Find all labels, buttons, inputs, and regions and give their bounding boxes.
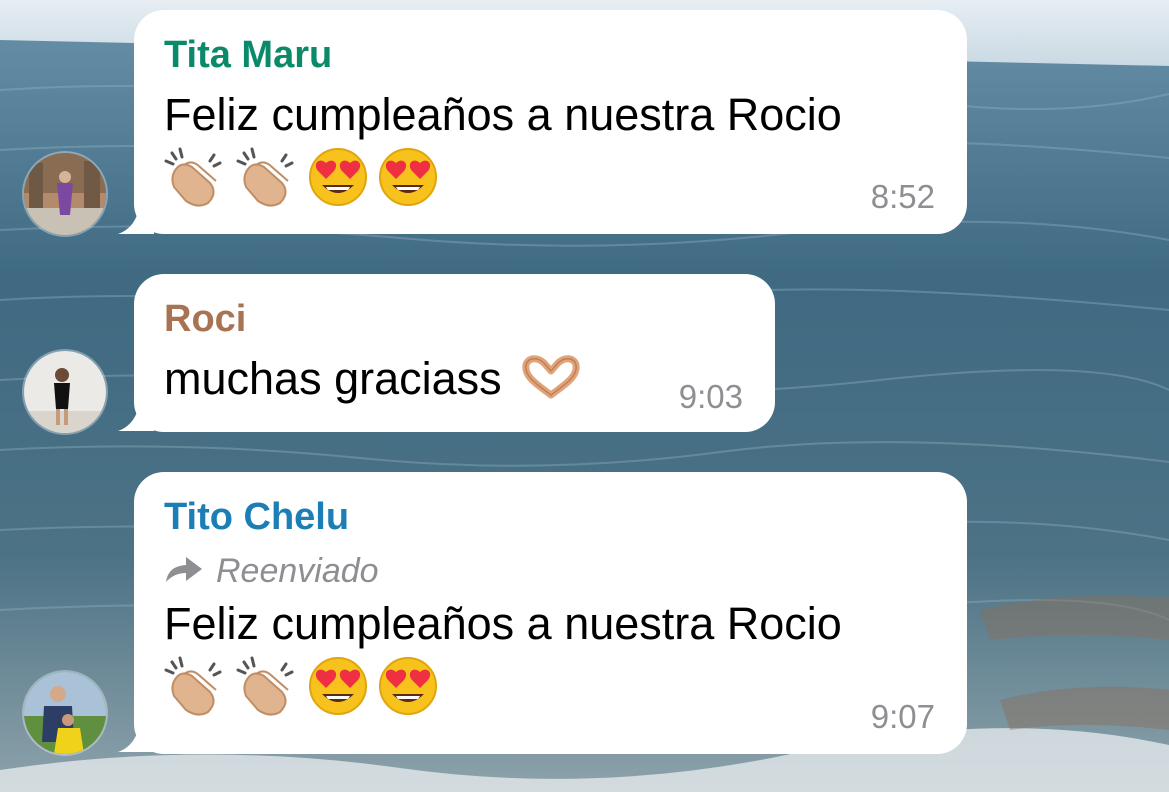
- sender-name: Tita Maru: [164, 34, 333, 76]
- clapping-hands-emoji: [236, 147, 298, 212]
- forward-arrow-icon: [164, 554, 204, 589]
- forwarded-indicator: Reenviado: [164, 552, 937, 591]
- message-bubble[interactable]: Roci muchas graciass 9:03: [134, 274, 775, 432]
- message-time: 8:52: [870, 178, 935, 215]
- forwarded-label: Reenviado: [216, 552, 379, 590]
- emoji-row: [164, 147, 937, 212]
- sender-name: Tito Chelu: [164, 496, 350, 538]
- avatar[interactable]: [24, 351, 106, 433]
- heart-eyes-emoji: [308, 656, 368, 721]
- message-time: 9:03: [678, 378, 743, 415]
- clapping-hands-emoji: [164, 147, 226, 212]
- emoji-row: [164, 656, 937, 721]
- message-text: Feliz cumpleaños a nuestra Rocio: [164, 89, 842, 140]
- message-text: Feliz cumpleaños a nuestra Rocio: [164, 598, 842, 649]
- clapping-hands-emoji: [236, 656, 298, 721]
- clapping-hands-emoji: [164, 656, 226, 721]
- message-bubble[interactable]: Tita Maru Feliz cumpleaños a nuestra Roc…: [134, 10, 967, 234]
- heart-eyes-emoji: [308, 147, 368, 212]
- heart-eyes-emoji: [378, 656, 438, 721]
- message-bubble[interactable]: Tito Chelu Reenviado Feliz cumpleaños a …: [134, 472, 967, 754]
- avatar[interactable]: [24, 153, 106, 235]
- avatar[interactable]: [24, 672, 106, 754]
- heart-hands-emoji: [520, 355, 582, 404]
- message-time: 9:07: [870, 698, 935, 735]
- message-text: muchas graciass: [164, 353, 502, 404]
- heart-eyes-emoji: [378, 147, 438, 212]
- sender-name: Roci: [164, 298, 247, 340]
- message-content: muchas graciass: [164, 352, 745, 407]
